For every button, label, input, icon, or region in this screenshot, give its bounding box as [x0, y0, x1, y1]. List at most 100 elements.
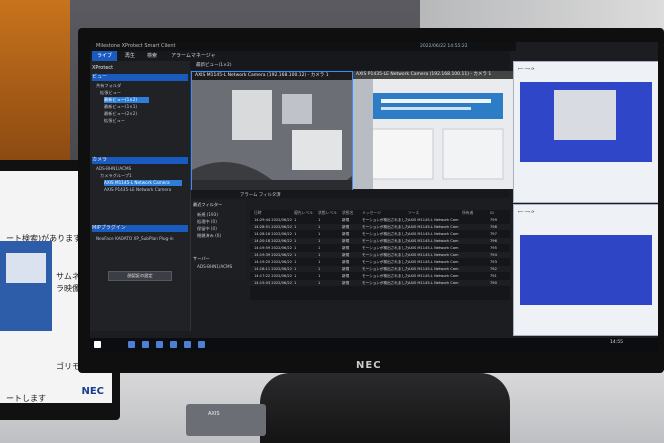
view-tab-bar: 最新ビュー(1×2) [190, 61, 510, 70]
sidebar-item-view-0[interactable]: 共有フォルダ [96, 83, 121, 89]
alarm-server-name[interactable]: ADS-BHN1/ACMS [197, 264, 232, 270]
taskbar-app-icon-3[interactable] [156, 341, 163, 348]
alarm-filter-on-hold[interactable]: 保留中 (0) [197, 226, 217, 232]
table-cell: 新規 [342, 239, 350, 243]
sidebar-item-view-5[interactable]: 拡張ビュー [104, 118, 125, 124]
alarm-filter-panel: 最近フィルター 新規 (193) 処理中 (0) 保留中 (0) 閉鎖済み (0… [191, 200, 246, 280]
table-cell: 1 [294, 267, 297, 271]
table-row[interactable]: 14:17:22 2022/06/22 1 1 新規 モーションが検出されました AXIS… [250, 273, 510, 279]
taskbar-app-icon-6[interactable] [198, 341, 205, 348]
table-row[interactable]: 14:18:11 2022/06/22 1 1 新規 モーションが検出されました AXIS… [250, 266, 510, 272]
alarm-table: 日時 優先レベル 状態レベル 状態名 メッセージ ソース 所有者 ID 14:2… [250, 210, 510, 300]
start-icon[interactable] [94, 341, 101, 348]
alarm-col-owner[interactable]: 所有者 [462, 210, 473, 216]
table-cell: 795 [490, 246, 497, 250]
sidebar-item-view-1[interactable]: 拡張ビュー [100, 90, 121, 96]
browser-window-2[interactable]: ⟵ ⟶ ⟳ [513, 204, 658, 336]
browser-1-picture [554, 90, 616, 140]
table-row[interactable]: 14:28:18 2022/06/22 1 1 新規 モーションが検出されました AXIS… [250, 231, 510, 237]
alarm-filter-closed[interactable]: 閉鎖済み (0) [197, 233, 221, 239]
taskbar-app-icon-4[interactable] [170, 341, 177, 348]
table-cell: 794 [490, 253, 497, 257]
sidebar-item-camera-1[interactable]: AXIS M1145-L Network Camera [104, 180, 182, 186]
table-cell: 1 [294, 246, 297, 250]
menu-search[interactable]: 検索 [142, 51, 162, 61]
camera-view-2[interactable]: AXIS P1435-LE Network Camera (192.168.10… [353, 71, 513, 189]
alarm-col-message[interactable]: メッセージ [362, 210, 381, 216]
table-cell: 新規 [342, 246, 350, 250]
table-cell: モーションが検出されました [362, 232, 409, 236]
sidebar-header-views[interactable]: ビュー [92, 74, 188, 81]
table-row[interactable]: 14:19:39 2022/06/22 1 1 新規 モーションが検出されました AXIS… [250, 252, 510, 258]
alarm-col-time[interactable]: 日時 [254, 210, 262, 216]
windows-taskbar [90, 338, 658, 352]
table-cell: モーションが検出されました [362, 225, 409, 229]
table-cell: 1 [318, 274, 321, 278]
table-cell: 14:20:18 2022/06/22 [254, 239, 292, 243]
sidebar-item-camera-2[interactable]: AXIS P1435-LE Network Camera [104, 187, 171, 193]
monitor-nec-logo: NEC [356, 360, 382, 371]
alarm-col-id[interactable]: ID [490, 210, 494, 216]
table-row[interactable]: 14:19:59 2022/06/22 1 1 新規 モーションが検出されました AXIS… [250, 245, 510, 251]
alarm-filter-in-progress[interactable]: 処理中 (0) [197, 219, 217, 225]
table-cell: 新規 [342, 232, 350, 236]
table-row[interactable]: 14:29:44 2022/06/22 1 1 新規 モーションが検出されました AXIS… [250, 217, 510, 223]
taskbar-app-icon-5[interactable] [184, 341, 191, 348]
table-cell: AXIS M1145-L Network Cam [408, 274, 459, 278]
table-cell: 1 [294, 253, 297, 257]
sidebar-item-view-2[interactable]: 最新ビュー(1×2) [104, 97, 150, 103]
table-cell: 新規 [342, 260, 350, 264]
taskbar-app-icon-2[interactable] [142, 341, 149, 348]
menu-live[interactable]: ライブ [92, 51, 118, 61]
table-cell: 1 [294, 281, 297, 285]
left-screen-nec-logo: NEC [81, 386, 104, 397]
table-row[interactable]: 14:20:18 2022/06/22 1 1 新規 モーションが検出されました AXIS… [250, 238, 510, 244]
camera-2-title: AXIS P1435-LE Network Camera (192.168.10… [353, 71, 513, 79]
camera-1-title: AXIS M1145-L Network Camera (192.168.100… [192, 72, 352, 80]
table-cell: 14:15:03 2022/06/22 [254, 281, 292, 285]
sidebar-header-cameras[interactable]: カメラ [92, 157, 188, 164]
taskbar-app-icon-1[interactable] [128, 341, 135, 348]
sidebar-header-xprotect: XProtect [92, 65, 114, 71]
table-cell: モーションが検出されました [362, 253, 409, 257]
sidebar-item-camera-server[interactable]: ADS-BHN1/ACMS [96, 166, 131, 172]
plugin-settings-button[interactable]: 顔認証の設定 [108, 271, 172, 281]
axis-device-label: AXIS [208, 411, 220, 417]
table-row[interactable]: 14:15:03 2022/06/22 1 1 新規 モーションが検出されました AXIS… [250, 280, 510, 286]
alarm-col-state[interactable]: 状態名 [342, 210, 353, 216]
table-cell: AXIS M1145-L Network Cam [408, 239, 459, 243]
browser-window-1[interactable]: ⟵ ⟶ ⟳ [513, 61, 658, 203]
alarm-tabs[interactable]: アラーム フィルタ済 [240, 192, 281, 198]
table-cell: 1 [318, 253, 321, 257]
table-row[interactable]: 14:19:20 2022/06/22 1 1 新規 モーションが検出されました AXIS… [250, 259, 510, 265]
table-cell: 797 [490, 232, 497, 236]
sidebar-item-view-3[interactable]: 最新ビュー(1×1) [104, 104, 137, 110]
table-cell: 799 [490, 218, 497, 222]
alarm-col-source[interactable]: ソース [408, 210, 419, 216]
table-cell: 1 [294, 232, 297, 236]
table-cell: 新規 [342, 225, 350, 229]
alarm-server-header: サーバー [193, 256, 210, 261]
table-cell: AXIS M1145-L Network Cam [408, 218, 459, 222]
sidebar-header-plugin[interactable]: MIPプラグイン [92, 225, 188, 232]
menu-alarm-manager[interactable]: アラームマネージャ [166, 51, 221, 61]
table-row[interactable]: 14:28:51 2022/06/22 1 1 新規 モーションが検出されました AXIS… [250, 224, 510, 230]
view-tab-current[interactable]: 最新ビュー(1×2) [196, 62, 232, 69]
sidebar-item-camera-group[interactable]: カメラグループ1 [100, 173, 132, 179]
camera-view-1[interactable]: AXIS M1145-L Network Camera (192.168.100… [191, 71, 353, 191]
table-cell: モーションが検出されました [362, 281, 409, 285]
taskbar-clock[interactable]: 14:55 [610, 340, 623, 345]
alarm-col-priority[interactable]: 優先レベル [294, 210, 313, 216]
table-cell: 1 [318, 267, 321, 271]
sidebar-item-view-4[interactable]: 最新ビュー(2×2) [104, 111, 137, 117]
table-cell: 790 [490, 281, 497, 285]
table-cell: 新規 [342, 218, 350, 222]
menu-playback[interactable]: 再生 [120, 51, 140, 61]
alarm-col-state-level[interactable]: 状態レベル [318, 210, 337, 216]
alarm-filter-new[interactable]: 新規 (193) [197, 212, 218, 218]
alarm-toolbar [191, 190, 510, 198]
browser-2-toolbar-text: ⟵ ⟶ ⟳ [518, 209, 535, 214]
browser-1-view [520, 82, 652, 162]
table-cell: 新規 [342, 274, 350, 278]
table-cell: 新規 [342, 253, 350, 257]
